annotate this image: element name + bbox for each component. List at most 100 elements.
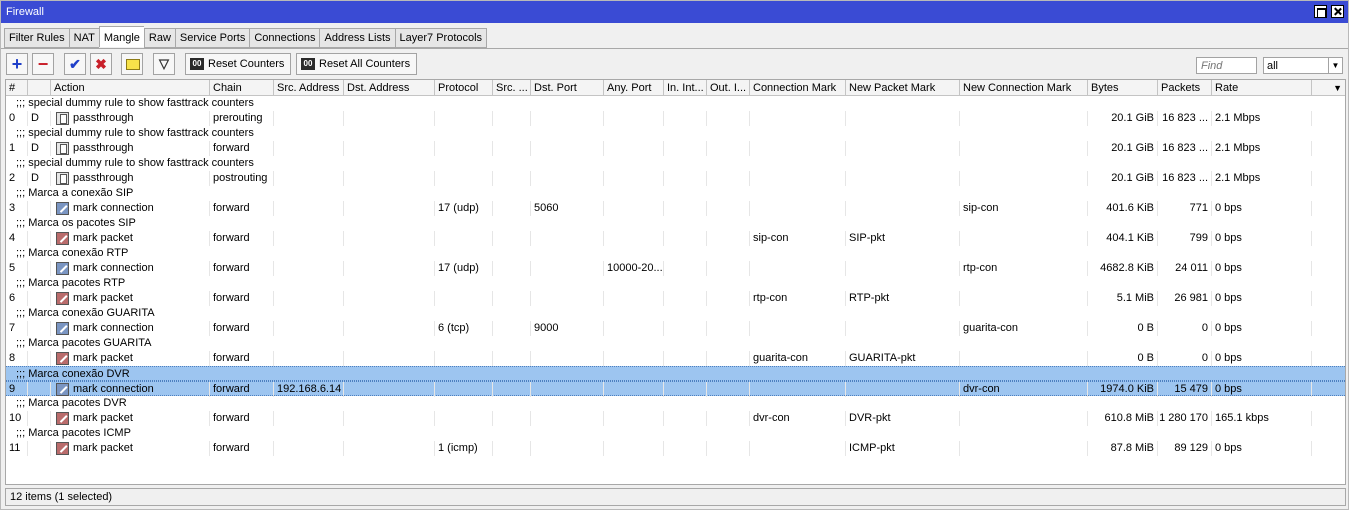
cell-num: 9 xyxy=(6,382,28,397)
tab-address-lists[interactable]: Address Lists xyxy=(319,28,395,48)
table-row[interactable]: 1 Dpassthrough forward 20.1 GiB 16 823 ... 2.… xyxy=(6,141,1345,156)
column-header[interactable]: Packets xyxy=(1158,80,1212,96)
reset-all-counters-button[interactable]: 00 Reset All Counters xyxy=(296,53,418,75)
cell-newconn xyxy=(960,441,1088,456)
cell-action: mark connection xyxy=(70,321,210,336)
column-header[interactable]: Any. Port xyxy=(604,80,664,96)
cell-action: mark packet xyxy=(70,411,210,426)
table-row[interactable]: 6 mark packet forward rtp-con RTP-pkt 5.1 MiB… xyxy=(6,291,1345,306)
column-header[interactable]: Dst. Port xyxy=(531,80,604,96)
table-row[interactable]: 7 mark connection forward 6 (tcp) 9000 guarit… xyxy=(6,321,1345,336)
filter-select[interactable]: all ▼ xyxy=(1263,57,1343,74)
tab-connections[interactable]: Connections xyxy=(249,28,320,48)
title-bar[interactable]: Firewall xyxy=(1,1,1348,23)
column-header[interactable]: New Connection Mark xyxy=(960,80,1088,96)
comment-row[interactable]: ;;; Marca conexão GUARITA xyxy=(6,306,1345,321)
table-row[interactable]: 9 mark connection forward 192.168.6.14 dvr-c… xyxy=(6,381,1345,397)
cell-srcport xyxy=(493,261,531,276)
cell-flag xyxy=(28,351,51,366)
add-button[interactable]: + xyxy=(6,53,28,75)
column-header[interactable]: # xyxy=(6,80,28,96)
tab-raw[interactable]: Raw xyxy=(143,28,175,48)
comment-row[interactable]: ;;; Marca pacotes GUARITA xyxy=(6,336,1345,351)
cell-proto xyxy=(435,382,493,397)
column-header[interactable]: Protocol xyxy=(435,80,493,96)
table-row[interactable]: 11 mark packet forward 1 (icmp) ICMP-pkt 87.8… xyxy=(6,441,1345,456)
tab-layer7-protocols[interactable]: Layer7 Protocols xyxy=(394,28,488,48)
comment-row[interactable]: ;;; Marca pacotes RTP xyxy=(6,276,1345,291)
cell-inint xyxy=(664,201,707,216)
column-header[interactable]: Action xyxy=(51,80,210,96)
comment-row[interactable]: ;;; special dummy rule to show fasttrack… xyxy=(6,126,1345,141)
cell-chain: forward xyxy=(210,351,274,366)
cell-srcport xyxy=(493,231,531,246)
comment-row[interactable]: ;;; Marca conexão DVR xyxy=(6,366,1345,381)
reset-counters-button[interactable]: 00 Reset Counters xyxy=(185,53,292,75)
find-input[interactable] xyxy=(1196,57,1257,74)
cell-rate: 2.1 Mbps xyxy=(1212,111,1312,126)
cell-newpkt: RTP-pkt xyxy=(846,291,960,306)
table-row[interactable]: 3 mark connection forward 17 (udp) 5060 sip-c… xyxy=(6,201,1345,216)
status-bar: 12 items (1 selected) xyxy=(5,488,1346,506)
comment-row[interactable]: ;;; Marca pacotes DVR xyxy=(6,396,1345,411)
cell-anyport xyxy=(604,351,664,366)
comment-row[interactable]: ;;; special dummy rule to show fasttrack… xyxy=(6,156,1345,171)
cell-proto xyxy=(435,111,493,126)
table-row[interactable]: 4 mark packet forward sip-con SIP-pkt 404.1 K… xyxy=(6,231,1345,246)
column-header[interactable]: Rate xyxy=(1212,80,1312,96)
tab-divider xyxy=(1,48,1348,49)
close-icon[interactable] xyxy=(1331,5,1344,18)
table-row[interactable]: 0 Dpassthrough prerouting 20.1 GiB 16 823 ..… xyxy=(6,111,1345,126)
cell-action: passthrough xyxy=(70,141,210,156)
column-menu-icon[interactable]: ▼ xyxy=(1333,80,1342,96)
comment-row[interactable]: ;;; Marca pacotes ICMP xyxy=(6,426,1345,441)
chevron-down-icon[interactable]: ▼ xyxy=(1328,58,1342,73)
tab-mangle[interactable]: Mangle xyxy=(98,26,144,47)
column-header[interactable]: Chain xyxy=(210,80,274,96)
cell-num: 1 xyxy=(6,141,28,156)
maximize-icon[interactable] xyxy=(1314,5,1327,18)
toolbar: + − ✔ ✖ ▽ 00 Reset Counters 00 Reset All… xyxy=(1,52,1348,76)
cell-srcport xyxy=(493,201,531,216)
column-header[interactable]: Bytes xyxy=(1088,80,1158,96)
column-header[interactable]: Src. ... xyxy=(493,80,531,96)
cell-newpkt: GUARITA-pkt xyxy=(846,351,960,366)
table-row[interactable]: 10 mark packet forward dvr-con DVR-pkt 610.8 … xyxy=(6,411,1345,426)
cell-newpkt xyxy=(846,261,960,276)
cell-rate: 0 bps xyxy=(1212,351,1312,366)
cell-src: 192.168.6.14 xyxy=(274,382,344,397)
enable-button[interactable]: ✔ xyxy=(64,53,86,75)
comment-row[interactable]: ;;; Marca a conexão SIP xyxy=(6,186,1345,201)
column-header[interactable] xyxy=(28,80,51,96)
table-row[interactable]: 5 mark connection forward 17 (udp) 10000-20.… xyxy=(6,261,1345,276)
table-row[interactable]: 2 Dpassthrough postrouting 20.1 GiB 16 823 .… xyxy=(6,171,1345,186)
cell-newpkt: SIP-pkt xyxy=(846,231,960,246)
comment-button[interactable] xyxy=(121,53,143,75)
column-header[interactable]: New Packet Mark xyxy=(846,80,960,96)
cell-num: 10 xyxy=(6,411,28,426)
filter-button[interactable]: ▽ xyxy=(153,53,175,75)
cell-flag: D xyxy=(28,141,51,156)
tab-nat[interactable]: NAT xyxy=(68,28,99,48)
tab-service-ports[interactable]: Service Ports xyxy=(174,28,250,48)
cell-src xyxy=(274,201,344,216)
cell-inint xyxy=(664,411,707,426)
comment-row[interactable]: ;;; special dummy rule to show fasttrack… xyxy=(6,96,1345,111)
table-row[interactable]: 8 mark packet forward guarita-con GUARITA-pk… xyxy=(6,351,1345,366)
cell-newconn xyxy=(960,171,1088,186)
cell-packets: 26 981 xyxy=(1158,291,1212,306)
cell-newconn: rtp-con xyxy=(960,261,1088,276)
column-header[interactable]: Connection Mark xyxy=(750,80,846,96)
column-header[interactable]: In. Int... xyxy=(664,80,707,96)
cell-newconn xyxy=(960,291,1088,306)
column-header[interactable]: Out. I... xyxy=(707,80,750,96)
remove-button[interactable]: − xyxy=(32,53,54,75)
column-header[interactable]: Dst. Address xyxy=(344,80,435,96)
tab-filter-rules[interactable]: Filter Rules xyxy=(4,28,69,48)
cell-outint xyxy=(707,201,750,216)
passthrough-icon xyxy=(56,142,69,155)
comment-row[interactable]: ;;; Marca conexão RTP xyxy=(6,246,1345,261)
disable-button[interactable]: ✖ xyxy=(90,53,112,75)
comment-row[interactable]: ;;; Marca os pacotes SIP xyxy=(6,216,1345,231)
column-header[interactable]: Src. Address xyxy=(274,80,344,96)
